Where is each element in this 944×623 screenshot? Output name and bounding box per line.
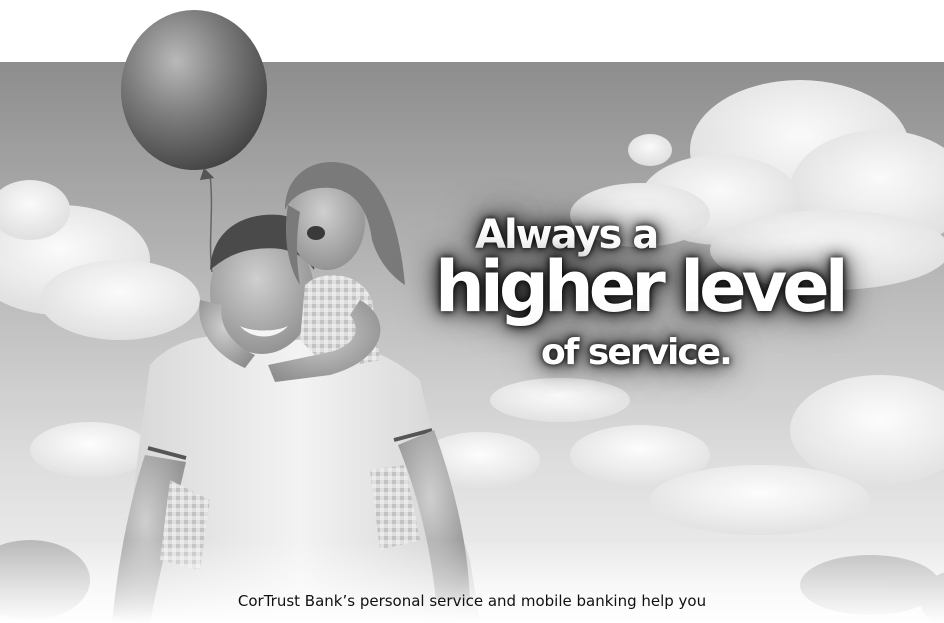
headline: Always a higher level of service. bbox=[435, 212, 849, 382]
caption-text: CorTrust Bank’s personal service and mob… bbox=[237, 592, 707, 610]
headline-line-3: of service. bbox=[541, 332, 733, 373]
bank-advertisement: Always a higher level of service. CorTru… bbox=[0, 0, 944, 623]
headline-line-2: higher level bbox=[435, 246, 849, 328]
